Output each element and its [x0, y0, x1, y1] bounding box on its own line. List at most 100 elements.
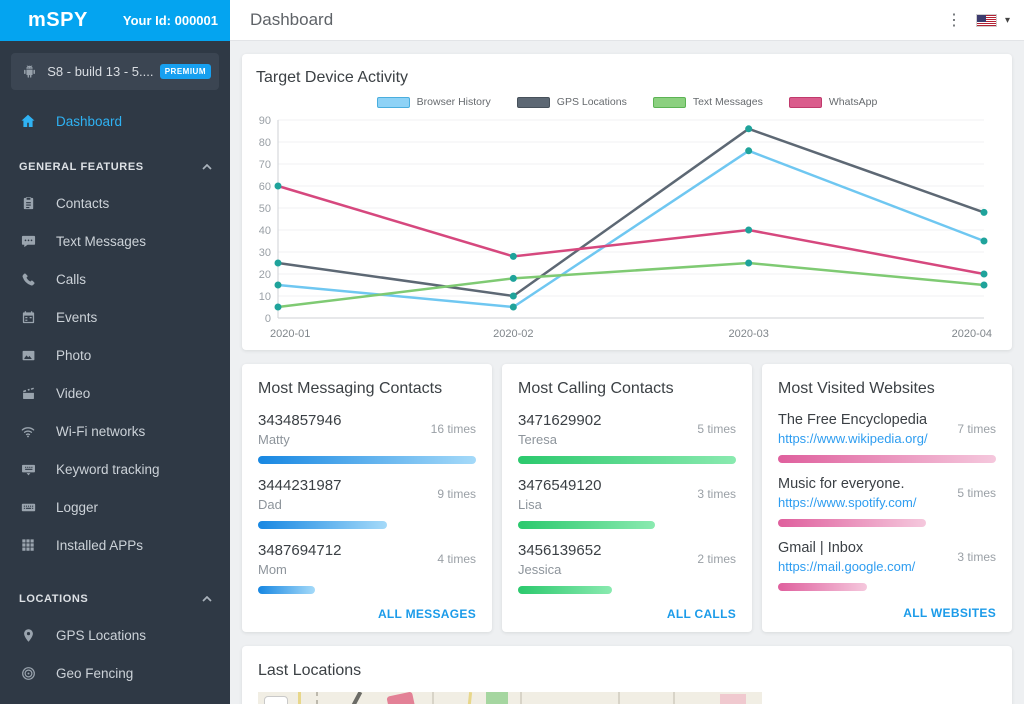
chevron-up-icon	[202, 164, 212, 170]
section-label: LOCATIONS	[19, 593, 89, 605]
sidebar-item-video[interactable]: Video	[0, 374, 230, 412]
legend-item[interactable]: Browser History	[376, 96, 491, 108]
sidebar-item-logger[interactable]: Logger	[0, 488, 230, 526]
svg-text:30: 30	[259, 247, 271, 259]
times-label: 5 times	[957, 486, 996, 500]
svg-text:90: 90	[259, 115, 271, 127]
svg-text:40: 40	[259, 225, 271, 237]
svg-text:60: 60	[259, 181, 271, 193]
wifi-icon	[19, 424, 37, 439]
chat-bubble-icon	[19, 234, 37, 249]
legend-label: WhatsApp	[828, 96, 878, 108]
sidebar-item-label: Events	[56, 309, 98, 325]
mspy-logo[interactable]: mSPY	[28, 9, 88, 32]
times-label: 5 times	[697, 422, 736, 436]
sidebar-item-events[interactable]: Events	[0, 298, 230, 336]
logo-text: mSPY	[28, 9, 88, 31]
sidebar-item-gps-locations[interactable]: GPS Locations	[0, 616, 230, 654]
section-general-features[interactable]: GENERAL FEATURES	[0, 150, 230, 184]
usage-bar	[518, 521, 656, 529]
sidebar-item-wifi-networks[interactable]: Wi-Fi networks	[0, 412, 230, 450]
svg-text:50: 50	[259, 203, 271, 215]
sidebar-item-label: Installed APPs	[56, 537, 144, 553]
sidebar-item-text-messages[interactable]: Text Messages	[0, 222, 230, 260]
legend-swatch	[516, 96, 550, 108]
stats-row: Most Messaging Contacts 3434857946 Matty…	[242, 364, 1012, 632]
caret-down-icon: ▾	[1004, 14, 1010, 26]
legend-item[interactable]: WhatsApp	[788, 96, 878, 108]
website-row: Gmail | Inbox https://mail.google.com/ 3…	[778, 540, 996, 591]
usage-bar	[518, 456, 736, 464]
sidebar-item-dashboard[interactable]: Dashboard	[0, 102, 230, 140]
legend-item[interactable]: GPS Locations	[516, 96, 627, 108]
premium-badge: PREMIUM	[159, 64, 211, 79]
contact-row: 3487694712 Mom 4 times	[258, 542, 476, 594]
sidebar-item-contacts[interactable]: Contacts	[0, 184, 230, 222]
legend-item[interactable]: Text Messages	[652, 96, 763, 108]
chevron-up-icon	[202, 596, 212, 602]
language-selector[interactable]: ▾	[975, 13, 1010, 27]
usage-bar	[778, 455, 996, 463]
kebab-menu-icon[interactable]: ⋮	[932, 10, 976, 30]
legend-label: GPS Locations	[556, 96, 627, 108]
usage-bar	[778, 583, 868, 591]
svg-text:20: 20	[259, 269, 271, 281]
times-label: 7 times	[957, 422, 996, 436]
sidebar-item-label: Contacts	[56, 195, 110, 211]
legend-label: Browser History	[416, 96, 491, 108]
sidebar: mSPY Your Id: 000001 S8 - build 13 - 5..…	[0, 0, 230, 704]
brand-bar: mSPY Your Id: 000001	[0, 0, 230, 41]
contact-row: 3476549120 Lisa 3 times	[518, 477, 736, 529]
all-websites-link[interactable]: ALL WEBSITES	[778, 606, 996, 620]
sidebar-item-label: Text Messages	[56, 233, 147, 249]
sidebar-item-geo-fencing[interactable]: Geo Fencing	[0, 654, 230, 692]
svg-text:2020-02: 2020-02	[493, 328, 533, 340]
sidebar-item-label: Calls	[56, 271, 87, 287]
sidebar-item-keyword-tracking[interactable]: Keyword tracking	[0, 450, 230, 488]
sidebar-item-label: Logger	[56, 499, 99, 515]
sidebar-item-label: Geo Fencing	[56, 665, 134, 681]
sidebar-item-installed-apps[interactable]: Installed APPs	[0, 526, 230, 564]
topbar: Dashboard ⋮ ▾	[230, 0, 1024, 41]
svg-text:2020-01: 2020-01	[270, 328, 310, 340]
contact-row: 3456139652 Jessica 2 times	[518, 542, 736, 594]
card-title: Most Calling Contacts	[518, 380, 674, 397]
section-label: GENERAL FEATURES	[19, 161, 144, 173]
android-icon	[22, 64, 37, 79]
contact-row: 3434857946 Matty 16 times	[258, 412, 476, 464]
website-row: The Free Encyclopedia https://www.wikipe…	[778, 412, 996, 463]
sidebar-item-calls[interactable]: Calls	[0, 260, 230, 298]
usage-bar	[258, 586, 315, 594]
most-messaging-contacts-card: Most Messaging Contacts 3434857946 Matty…	[242, 364, 492, 632]
usage-bar	[258, 521, 387, 529]
last-locations-card: Last Locations	[242, 646, 1012, 704]
usage-bar	[258, 456, 476, 464]
locations-map[interactable]	[258, 692, 762, 704]
contacts-icon	[19, 196, 37, 211]
main-content: Target Device Activity Browser History GP…	[230, 41, 1024, 704]
website-row: Music for everyone. https://www.spotify.…	[778, 476, 996, 527]
most-visited-websites-card: Most Visited Websites The Free Encyclope…	[762, 364, 1012, 632]
all-calls-link[interactable]: ALL CALLS	[518, 607, 736, 621]
chart-legend: Browser History GPS Locations Text Message…	[256, 96, 998, 108]
device-selector[interactable]: S8 - build 13 - 5.... PREMIUM	[11, 53, 219, 90]
target-device-activity-card: Target Device Activity Browser History GP…	[242, 54, 1012, 350]
usage-bar	[778, 519, 927, 527]
sidebar-item-label: GPS Locations	[56, 627, 147, 643]
phone-icon	[19, 272, 37, 287]
legend-label: Text Messages	[692, 96, 763, 108]
svg-text:2020-03: 2020-03	[728, 328, 768, 340]
times-label: 3 times	[697, 487, 736, 501]
device-name: S8 - build 13 - 5....	[47, 64, 154, 79]
section-locations[interactable]: LOCATIONS	[0, 582, 230, 616]
times-label: 4 times	[437, 552, 476, 566]
times-label: 9 times	[437, 487, 476, 501]
keyword-tracking-icon	[19, 462, 37, 477]
sidebar-item-photo[interactable]: Photo	[0, 336, 230, 374]
sidebar-item-label: Photo	[56, 347, 92, 363]
film-icon	[19, 386, 37, 401]
map-zoom-control[interactable]	[264, 696, 288, 704]
chart-title: Target Device Activity	[256, 69, 409, 86]
all-messages-link[interactable]: ALL MESSAGES	[258, 607, 476, 621]
usage-bar	[518, 586, 612, 594]
